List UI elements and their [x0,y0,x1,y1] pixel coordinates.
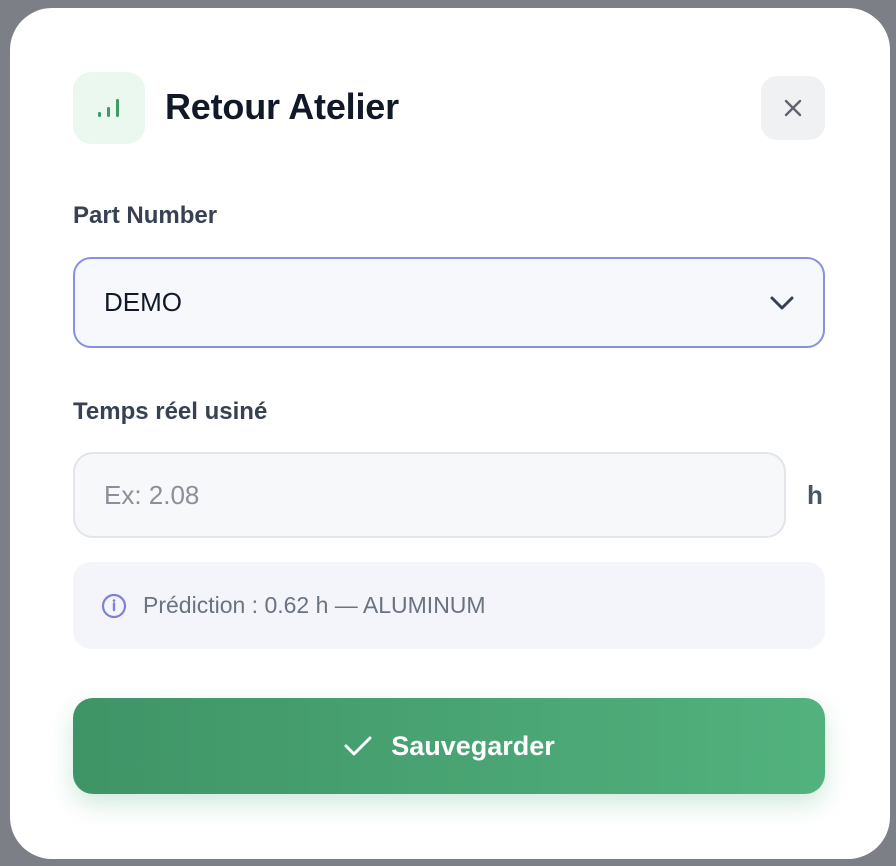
part-number-label: Part Number [73,202,218,229]
unit-label: h [807,480,823,510]
close-icon [784,99,802,117]
prediction-info: Prédiction : 0.62 h — ALUMINUM [73,562,825,649]
bar-chart-icon [73,72,145,144]
part-number-value: DEMO [104,287,182,317]
close-button[interactable] [761,76,825,140]
temps-label: Temps réel usiné [73,398,268,425]
part-number-select[interactable]: DEMO [73,257,825,348]
save-button-label: Sauvegarder [391,730,555,761]
chevron-down-icon [769,295,795,311]
check-icon [343,734,373,758]
prediction-text: Prédiction : 0.62 h — ALUMINUM [143,592,486,618]
info-icon [101,593,127,619]
save-button[interactable]: Sauvegarder [73,698,825,794]
temps-input[interactable] [73,452,786,538]
retour-atelier-dialog: Retour Atelier Part Number DEMO Temps ré… [10,8,890,859]
dialog-title: Retour Atelier [165,86,399,127]
